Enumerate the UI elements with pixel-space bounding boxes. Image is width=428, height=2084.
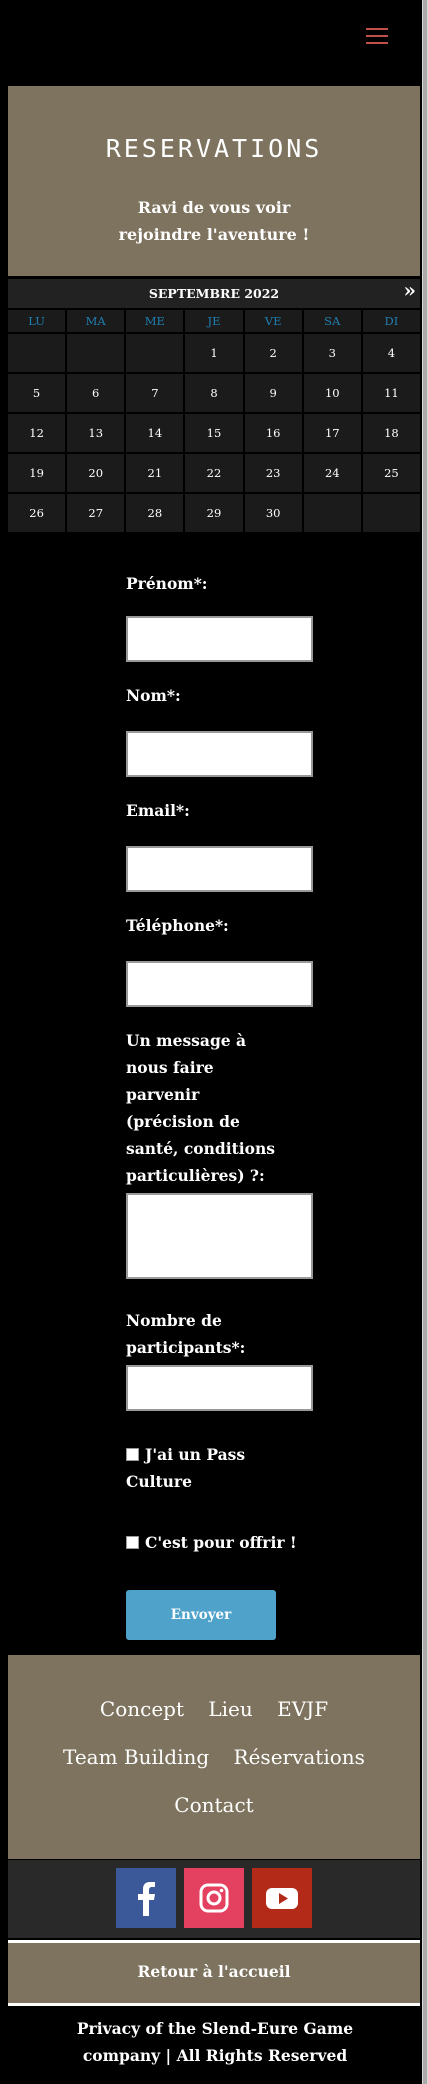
calendar-day[interactable]: 13 [67,414,125,452]
nom-label: Nom*: [126,686,181,705]
email-field[interactable] [126,846,313,892]
calendar: SEPTEMBRE 2022 » LU MA ME JE VE SA DI 1 2 3 4 5 6 7 8 9… [8,276,420,532]
calendar-day[interactable]: 15 [185,414,243,452]
calendar-day[interactable]: 22 [185,454,243,492]
calendar-day[interactable]: 11 [362,374,420,412]
offrir-option: C'est pour offrir ! [126,1495,316,1556]
weekday-header: VE [244,310,302,332]
facebook-icon[interactable] [116,1868,176,1928]
reservation-form: Prénom*: Nom*: Email*: Téléphone*: Un me… [126,570,316,1556]
calendar-day[interactable]: 29 [185,494,243,532]
privacy-text: Privacy of the Slend-Eure Game company |… [76,2019,354,2065]
calendar-month-label: SEPTEMBRE 2022 [148,286,280,301]
offrir-label: C'est pour offrir ! [145,1533,297,1552]
calendar-empty-cell [362,494,420,532]
calendar-grid: LU MA ME JE VE SA DI 1 2 3 4 5 6 7 8 9 10 11 12 13 14 15 16 17 1… [8,310,420,532]
offrir-checkbox[interactable] [126,1536,139,1549]
calendar-day[interactable]: 2 [244,334,302,372]
weekday-header: MA [67,310,125,332]
calendar-empty-cell [126,334,184,372]
calendar-day[interactable]: 10 [303,374,361,412]
calendar-day[interactable]: 26 [8,494,66,532]
social-bar [8,1860,420,1938]
calendar-header: SEPTEMBRE 2022 » [8,276,420,308]
calendar-empty-cell [303,494,361,532]
telephone-field[interactable] [126,961,313,1007]
participants-field[interactable] [126,1365,313,1411]
calendar-day[interactable]: 16 [244,414,302,452]
calendar-day[interactable]: 21 [126,454,184,492]
hamburger-icon[interactable] [366,28,388,44]
weekday-header: ME [126,310,184,332]
next-month-button[interactable]: » [404,276,417,305]
message-textarea[interactable] [126,1193,313,1279]
retour-accueil-link[interactable]: Retour à l'accueil [8,1940,420,2006]
hero-banner: RESERVATIONS Ravi de vous voir rejoindre… [8,86,420,276]
footer-link-lieu[interactable]: Lieu [208,1697,252,1721]
pass-culture-checkbox[interactable] [126,1448,139,1461]
scrollbar[interactable] [422,0,428,2084]
calendar-empty-cell [8,334,66,372]
calendar-day[interactable]: 20 [67,454,125,492]
prenom-field[interactable] [126,616,313,662]
pass-culture-option: J'ai un Pass Culture [126,1411,276,1495]
participants-label: Nombre de participants*: [126,1311,246,1357]
calendar-empty-cell [67,334,125,372]
weekday-header: LU [8,310,66,332]
footer-link-team-building[interactable]: Team Building [63,1745,209,1769]
calendar-day[interactable]: 4 [362,334,420,372]
calendar-day[interactable]: 7 [126,374,184,412]
calendar-day[interactable]: 18 [362,414,420,452]
submit-button[interactable]: Envoyer [126,1590,276,1640]
footer-nav: Concept Lieu EVJF Team Building Réservat… [8,1655,420,1859]
youtube-icon[interactable] [252,1868,312,1928]
calendar-day[interactable]: 27 [67,494,125,532]
calendar-day[interactable]: 17 [303,414,361,452]
weekday-header: DI [362,310,420,332]
calendar-day[interactable]: 30 [244,494,302,532]
calendar-day[interactable]: 28 [126,494,184,532]
pass-culture-label: J'ai un Pass Culture [126,1445,246,1491]
weekday-header: JE [185,310,243,332]
calendar-day[interactable]: 23 [244,454,302,492]
email-label: Email*: [126,801,190,820]
calendar-day[interactable]: 3 [303,334,361,372]
prenom-label: Prénom*: [126,574,208,593]
calendar-day[interactable]: 25 [362,454,420,492]
calendar-day[interactable]: 9 [244,374,302,412]
calendar-day[interactable]: 8 [185,374,243,412]
calendar-day[interactable]: 19 [8,454,66,492]
message-label: Un message à nous faire parvenir (précis… [126,1031,276,1185]
page-title: RESERVATIONS [105,134,323,163]
calendar-day[interactable]: 24 [303,454,361,492]
instagram-icon[interactable] [184,1868,244,1928]
calendar-day[interactable]: 14 [126,414,184,452]
footer-link-evjf[interactable]: EVJF [277,1697,328,1721]
weekday-header: SA [303,310,361,332]
calendar-day[interactable]: 12 [8,414,66,452]
footer-link-contact[interactable]: Contact [174,1793,253,1817]
calendar-day[interactable]: 1 [185,334,243,372]
hero-subtitle: Ravi de vous voir rejoindre l'aventure ! [118,198,310,244]
calendar-day[interactable]: 6 [67,374,125,412]
telephone-label: Téléphone*: [126,916,229,935]
footer-link-reservations[interactable]: Réservations [234,1745,365,1769]
calendar-day[interactable]: 5 [8,374,66,412]
footer-link-concept[interactable]: Concept [100,1697,184,1721]
nom-field[interactable] [126,731,313,777]
